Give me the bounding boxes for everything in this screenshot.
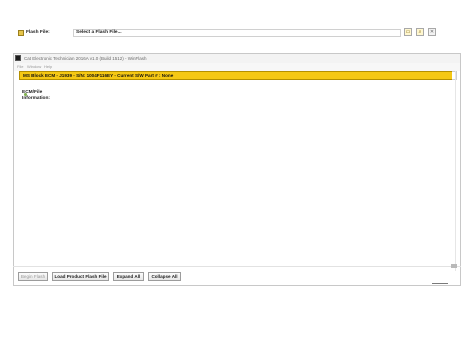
ecm-header-text: MS Block ECM - J1939 - S/N: 1004F116EY -… bbox=[23, 73, 174, 78]
flash-file-field[interactable]: Select a Flash File... bbox=[73, 29, 401, 37]
ecm-header-bar[interactable]: MS Block ECM - J1939 - S/N: 1004F116EY -… bbox=[19, 71, 457, 80]
menu-file[interactable]: File bbox=[17, 63, 23, 71]
vertical-divider bbox=[455, 71, 456, 271]
load-product-flash-file-button[interactable]: Load Product Flash File bbox=[52, 272, 109, 281]
status-indicator bbox=[432, 283, 448, 284]
close-icon[interactable]: ✕ bbox=[428, 28, 436, 36]
collapse-all-button[interactable]: Collapse All bbox=[148, 272, 181, 281]
app-window: Cat Electronic Technician 2016A v1.0 (Bu… bbox=[13, 53, 461, 286]
scroll-grip-icon[interactable] bbox=[451, 264, 457, 268]
ecm-file-information-label: ECM/File Information: bbox=[22, 90, 50, 101]
menu-help[interactable]: Help bbox=[44, 63, 52, 71]
search-icon[interactable]: ⌕ bbox=[416, 28, 424, 36]
flash-file-icon bbox=[18, 30, 24, 36]
flash-file-value: Select a Flash File... bbox=[76, 30, 122, 35]
folder-icon[interactable]: ▭ bbox=[404, 28, 412, 36]
app-logo-icon bbox=[15, 55, 21, 61]
flash-file-label: Flash File: bbox=[26, 30, 50, 35]
panel-divider bbox=[13, 266, 461, 267]
window-title: Cat Electronic Technician 2016A v1.0 (Bu… bbox=[24, 56, 147, 61]
begin-flash-button[interactable]: Begin Flash bbox=[18, 272, 48, 281]
menu-window[interactable]: Window bbox=[27, 63, 41, 71]
expand-all-button[interactable]: Expand All bbox=[113, 272, 144, 281]
menu-bar: File Window Help bbox=[14, 63, 460, 71]
